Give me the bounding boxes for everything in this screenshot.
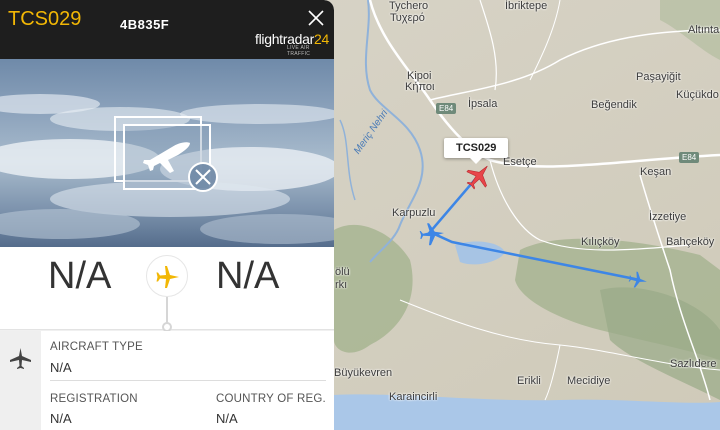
aircraft-details: AIRCRAFT TYPE N/A REGISTRATION N/A COUNT… bbox=[0, 331, 334, 430]
route-plane-badge bbox=[146, 255, 188, 297]
registration-label: REGISTRATION bbox=[50, 393, 138, 405]
country-of-reg-label: COUNTRY OF REG. bbox=[216, 393, 326, 405]
map-place-label: Tychero bbox=[389, 0, 429, 12]
map-place-label: Κήποι bbox=[405, 81, 435, 93]
map-place-label: İpsala bbox=[468, 98, 498, 110]
map-place-label: Altınta bbox=[688, 24, 720, 36]
map-place-label: Erikli bbox=[517, 375, 541, 387]
country-of-reg-value: N/A bbox=[216, 411, 238, 426]
aircraft-type-label: AIRCRAFT TYPE bbox=[50, 341, 143, 353]
map-place-label: ölü bbox=[335, 266, 350, 278]
road-shield: E84 bbox=[436, 103, 457, 114]
photo-unavailable-icon bbox=[114, 116, 218, 192]
flight-callsign: TCS029 bbox=[8, 8, 82, 30]
photo-placeholder bbox=[0, 94, 334, 244]
destination-airport-code[interactable]: N/A bbox=[216, 255, 279, 298]
divider bbox=[50, 380, 326, 381]
close-button[interactable] bbox=[306, 8, 326, 28]
map-place-label: Küçükdo bbox=[676, 89, 719, 101]
airplane-icon bbox=[10, 348, 31, 369]
map-place-label: Büyükevren bbox=[334, 367, 393, 379]
map-place-label: İbriktepe bbox=[505, 0, 548, 12]
map-place-label: Paşayiğit bbox=[636, 71, 681, 83]
map-place-label: Keşan bbox=[640, 166, 672, 178]
map-place-label: Beğendik bbox=[591, 99, 637, 111]
map-callsign-tag[interactable]: TCS029 bbox=[444, 138, 509, 164]
map-place-label: Esetçe bbox=[503, 156, 537, 168]
map-place-label: İzzetiye bbox=[649, 211, 687, 223]
registration-value: N/A bbox=[50, 411, 72, 426]
route-section: N/A N/A bbox=[0, 247, 334, 330]
origin-airport-code[interactable]: N/A bbox=[48, 255, 111, 298]
close-icon bbox=[308, 10, 324, 26]
map-place-label: Karpuzlu bbox=[392, 207, 436, 219]
map-place-label: rkı bbox=[335, 279, 348, 291]
airplane-icon bbox=[156, 266, 179, 288]
map-place-label: Mecidiye bbox=[567, 375, 611, 387]
road-shield: E84 bbox=[679, 152, 700, 163]
aircraft-type-value: N/A bbox=[50, 360, 72, 375]
map-place-label: Τυχερό bbox=[390, 12, 425, 24]
logo-tagline: LIVE AIR TRAFFIC bbox=[287, 45, 311, 57]
map-place-label: Kılıçköy bbox=[581, 236, 620, 248]
aircraft-photo[interactable] bbox=[0, 59, 334, 247]
details-icon-column bbox=[0, 331, 41, 430]
map-place-label: Bahçeköy bbox=[666, 236, 715, 248]
panel-header: TCS029 4B835F flightradar24 LIVE AIR TRA… bbox=[0, 0, 334, 59]
map-place-label: Karaincirli bbox=[389, 391, 438, 403]
aircraft-hex-code: 4B835F bbox=[120, 17, 170, 32]
route-connector bbox=[166, 297, 168, 323]
flight-info-panel: TCS029 4B835F flightradar24 LIVE AIR TRA… bbox=[0, 0, 334, 430]
map-place-label: Sazlıdere bbox=[670, 358, 717, 370]
